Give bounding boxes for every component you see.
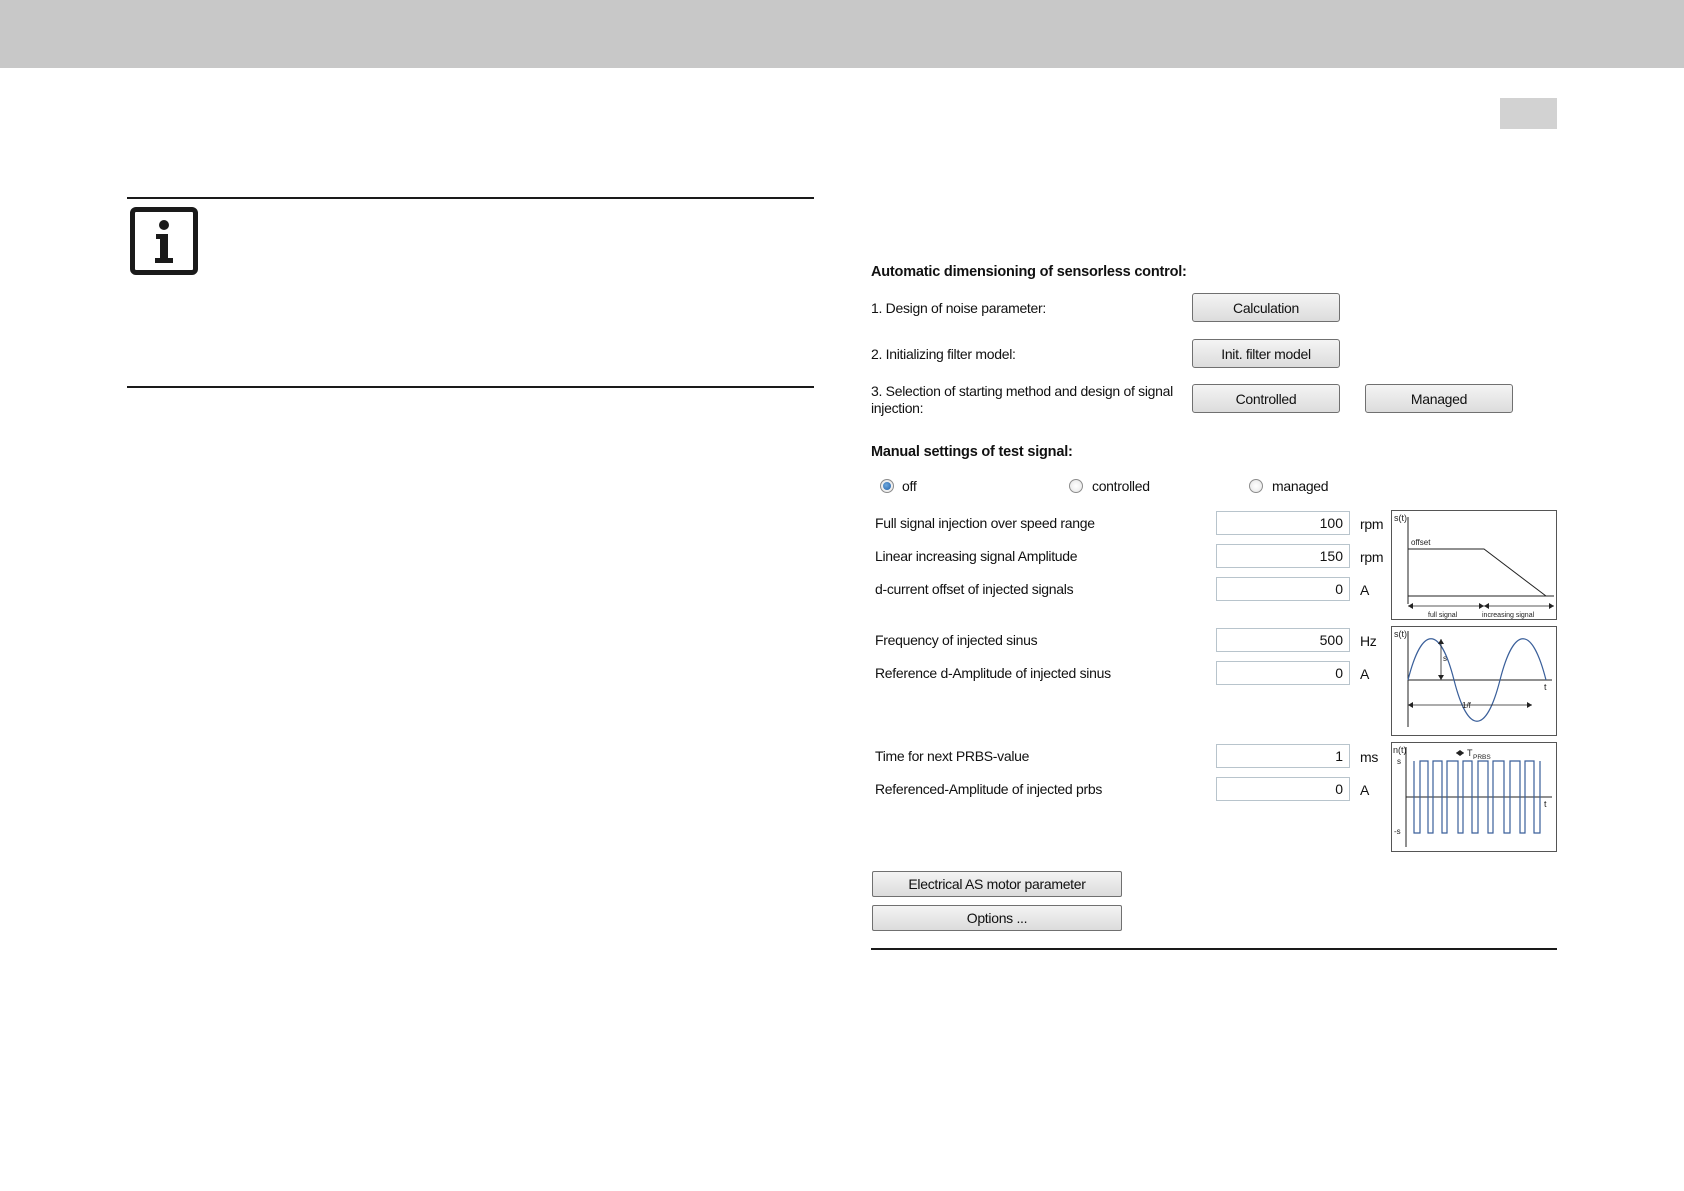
frequency-input[interactable]: 500 xyxy=(1216,628,1350,652)
param-label-full-signal: Full signal injection over speed range xyxy=(875,515,1095,531)
radio-off[interactable] xyxy=(880,479,894,493)
managed-button[interactable]: Managed xyxy=(1365,384,1513,413)
prbs-signal-diagram: n(t) s -s t T PRBS xyxy=(1391,742,1557,852)
options-button[interactable]: Options ... xyxy=(872,905,1122,931)
param-label-frequency: Frequency of injected sinus xyxy=(875,632,1038,648)
step2-label: 2. Initializing filter model: xyxy=(871,346,1016,362)
d-amplitude-input[interactable]: 0 xyxy=(1216,661,1350,685)
calculation-button[interactable]: Calculation xyxy=(1192,293,1340,322)
note-bottom-rule xyxy=(127,386,814,388)
param-label-d-amplitude: Reference d-Amplitude of injected sinus xyxy=(875,665,1111,681)
param-label-prbs-amplitude: Referenced-Amplitude of injected prbs xyxy=(875,781,1103,797)
sinus-amplitude-label: s xyxy=(1443,654,1447,663)
radio-managed-label: managed xyxy=(1272,478,1329,494)
prbs-diagram-ylabel: n(t) xyxy=(1393,745,1407,755)
unit-rpm: rpm xyxy=(1360,549,1384,565)
init-filter-model-button[interactable]: Init. filter model xyxy=(1192,339,1340,368)
step3-label-line1: 3. Selection of starting method and desi… xyxy=(871,383,1173,399)
note-top-rule xyxy=(127,197,814,199)
offset-signal-diagram: s(t) offset full signal increasing signa… xyxy=(1391,510,1557,620)
prbs-neg-label: -s xyxy=(1394,827,1401,836)
auto-heading: Automatic dimensioning of sensorless con… xyxy=(871,264,1187,280)
sinus-t-label: t xyxy=(1544,682,1547,692)
param-label-linear-amplitude: Linear increasing signal Amplitude xyxy=(875,548,1078,564)
sinus-signal-diagram: s(t) s t 1/f xyxy=(1391,626,1557,736)
increasing-signal-label: increasing signal xyxy=(1482,612,1535,619)
param-label-prbs-time: Time for next PRBS-value xyxy=(875,748,1030,764)
prbs-period-sub: PRBS xyxy=(1473,754,1491,761)
prbs-time-input[interactable]: 1 xyxy=(1216,744,1350,768)
sinus-diagram-ylabel: s(t) xyxy=(1394,629,1407,639)
sinus-period-label: 1/f xyxy=(1462,701,1472,710)
prbs-t-label: t xyxy=(1544,799,1547,809)
step3-label-line2: injection: xyxy=(871,400,924,416)
radio-controlled[interactable] xyxy=(1069,479,1083,493)
param-label-d-current-offset: d-current offset of injected signals xyxy=(875,581,1074,597)
manual-heading: Manual settings of test signal: xyxy=(871,444,1073,460)
radio-managed[interactable] xyxy=(1249,479,1263,493)
d-current-offset-input[interactable]: 0 xyxy=(1216,577,1350,601)
full-signal-speed-input[interactable]: 100 xyxy=(1216,511,1350,535)
panel-bottom-rule xyxy=(871,948,1557,950)
offset-diagram-ylabel: s(t) xyxy=(1394,513,1407,523)
electrical-motor-parameter-button[interactable]: Electrical AS motor parameter xyxy=(872,871,1122,897)
step1-label: 1. Design of noise parameter: xyxy=(871,300,1046,316)
prbs-pos-label: s xyxy=(1397,757,1401,766)
prbs-amplitude-input[interactable]: 0 xyxy=(1216,777,1350,801)
full-signal-label: full signal xyxy=(1428,612,1458,619)
offset-label: offset xyxy=(1411,538,1431,547)
sensorless-control-panel: Automatic dimensioning of sensorless con… xyxy=(860,0,1560,1191)
radio-controlled-label: controlled xyxy=(1092,478,1150,494)
unit-a: A xyxy=(1360,782,1370,798)
unit-a: A xyxy=(1360,582,1370,598)
unit-a: A xyxy=(1360,666,1370,682)
info-icon xyxy=(130,207,198,275)
unit-ms: ms xyxy=(1360,749,1379,765)
radio-off-label: off xyxy=(902,478,917,494)
unit-rpm: rpm xyxy=(1360,516,1384,532)
controlled-button[interactable]: Controlled xyxy=(1192,384,1340,413)
linear-amplitude-input[interactable]: 150 xyxy=(1216,544,1350,568)
unit-hz: Hz xyxy=(1360,633,1377,649)
